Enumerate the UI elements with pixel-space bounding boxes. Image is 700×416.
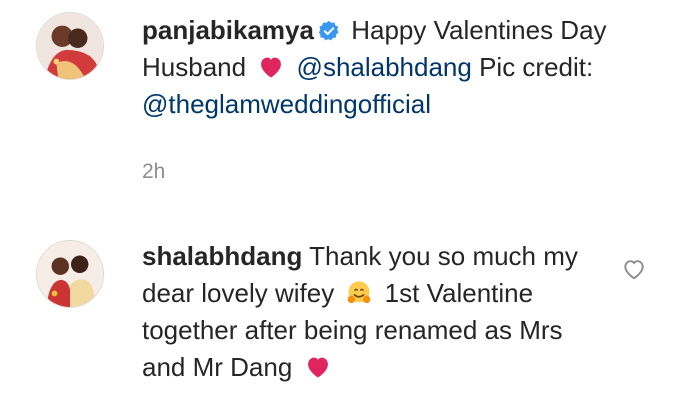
- avatar-photo-icon: [37, 13, 103, 79]
- avatar-panjabikamya[interactable]: [36, 12, 104, 80]
- hugging-face-icon: [345, 279, 373, 307]
- avatar-shalabhdang[interactable]: [36, 240, 104, 308]
- comment-thread: panjabikamya Happy Valentines Day Husban…: [0, 0, 700, 416]
- reply-text: shalabhdang Thank you so much my dear lo…: [142, 238, 592, 386]
- red-heart-icon: [304, 353, 332, 381]
- caption-text: panjabikamya Happy Valentines Day Husban…: [142, 12, 632, 123]
- username-link[interactable]: panjabikamya: [142, 15, 314, 45]
- post-timestamp[interactable]: 2h: [142, 160, 165, 184]
- caption-text-2: Pic credit:: [479, 52, 594, 82]
- like-heart-icon[interactable]: [621, 256, 647, 282]
- verified-badge-icon: [318, 20, 340, 42]
- mention-link-theglamweddingofficial[interactable]: @theglamweddingofficial: [142, 89, 431, 119]
- mention-link-shalabhdang[interactable]: @shalabhdang: [297, 52, 472, 82]
- red-heart-icon: [257, 53, 285, 81]
- avatar-photo-icon: [37, 241, 103, 307]
- username-link[interactable]: shalabhdang: [142, 241, 302, 271]
